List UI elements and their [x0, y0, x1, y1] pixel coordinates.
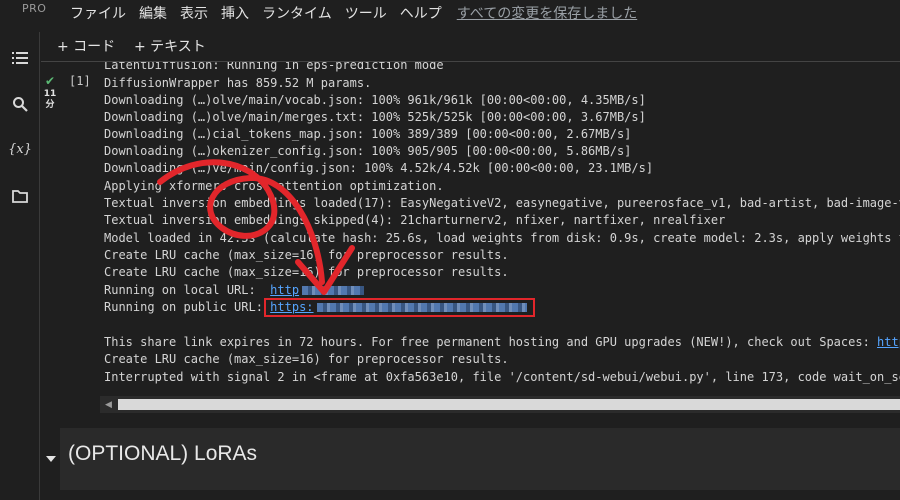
menu-help[interactable]: ヘルプ	[400, 3, 442, 23]
menu-list: ファイル 編集 表示 挿入 ランタイム ツール ヘルプ すべての変更を保存しまし…	[70, 3, 637, 23]
search-icon[interactable]	[8, 92, 32, 116]
output-line: Textual inversion embeddings skipped(4):…	[104, 213, 726, 227]
local-url-line: Running on local URL: http	[104, 283, 365, 298]
output-line: This share link expires in 72 hours. For…	[104, 335, 900, 350]
section-title: (OPTIONAL) LoRAs	[68, 442, 258, 465]
menu-view[interactable]: 表示	[180, 3, 208, 23]
execution-count: [1]	[69, 74, 91, 88]
output-line: Downloading (…)ve/main/config.json: 100%…	[104, 161, 654, 175]
collapse-toggle-icon[interactable]	[44, 451, 58, 465]
save-status-link[interactable]: すべての変更を保存しました	[457, 3, 637, 23]
output-line: Model loaded in 42.3s (calculate hash: 2…	[104, 231, 900, 245]
execution-time: 11 分	[43, 89, 57, 110]
cell-gutter	[41, 62, 100, 422]
menu-runtime[interactable]: ランタイム	[262, 3, 332, 23]
output-line: Downloading (…)olve/main/merges.txt: 100…	[104, 110, 646, 124]
output-line: LatentDiffusion: Running in eps-predicti…	[104, 62, 444, 72]
scrollbar-thumb[interactable]	[118, 399, 900, 410]
toc-icon[interactable]	[8, 46, 32, 70]
output-line: DiffusionWrapper has 859.52 M params.	[104, 76, 372, 90]
menu-bar: PRO ファイル 編集 表示 挿入 ランタイム ツール ヘルプ すべての変更を保…	[0, 0, 900, 26]
variables-icon[interactable]: {x}	[8, 137, 32, 161]
local-url-link[interactable]: http	[270, 283, 365, 297]
output-line: Downloading (…)cial_tokens_map.json: 100…	[104, 127, 632, 141]
output-line: Downloading (…)olve/main/vocab.json: 100…	[104, 93, 646, 107]
output-line: Textual inversion embeddings loaded(17):…	[104, 196, 900, 210]
lora-section-header[interactable]: (OPTIONAL) LoRAs	[60, 428, 900, 490]
scroll-left-arrow-icon[interactable]: ◀	[100, 396, 117, 413]
redacted-local-url	[302, 286, 365, 295]
menu-tools[interactable]: ツール	[345, 3, 387, 23]
output-line: Create LRU cache (max_size=16) for prepr…	[104, 248, 509, 262]
cell-output[interactable]: LatentDiffusion: Running in eps-predicti…	[104, 62, 900, 394]
pro-badge: PRO	[22, 2, 47, 15]
add-code-button[interactable]: + コード	[57, 36, 115, 56]
output-line: Applying xformers cross attention optimi…	[104, 179, 444, 193]
spaces-link[interactable]: https:/	[877, 335, 900, 349]
output-line: Interrupted with signal 2 in <frame at 0…	[104, 370, 900, 384]
check-icon: ✔	[45, 74, 56, 88]
menu-edit[interactable]: 編集	[139, 3, 167, 23]
menu-file[interactable]: ファイル	[70, 3, 126, 23]
add-text-button[interactable]: + テキスト	[134, 36, 206, 56]
left-rail: {x}	[0, 32, 40, 500]
output-line: Create LRU cache (max_size=16) for prepr…	[104, 265, 509, 279]
folder-icon[interactable]	[8, 184, 32, 208]
output-line: Downloading (…)okenizer_config.json: 100…	[104, 144, 632, 158]
cell-toolbar: + コード + テキスト	[41, 32, 900, 60]
public-url-highlight-box	[264, 298, 535, 317]
output-line: Create LRU cache (max_size=16) for prepr…	[104, 352, 509, 366]
horizontal-scrollbar[interactable]: ◀	[100, 396, 900, 413]
menu-insert[interactable]: 挿入	[221, 3, 249, 23]
